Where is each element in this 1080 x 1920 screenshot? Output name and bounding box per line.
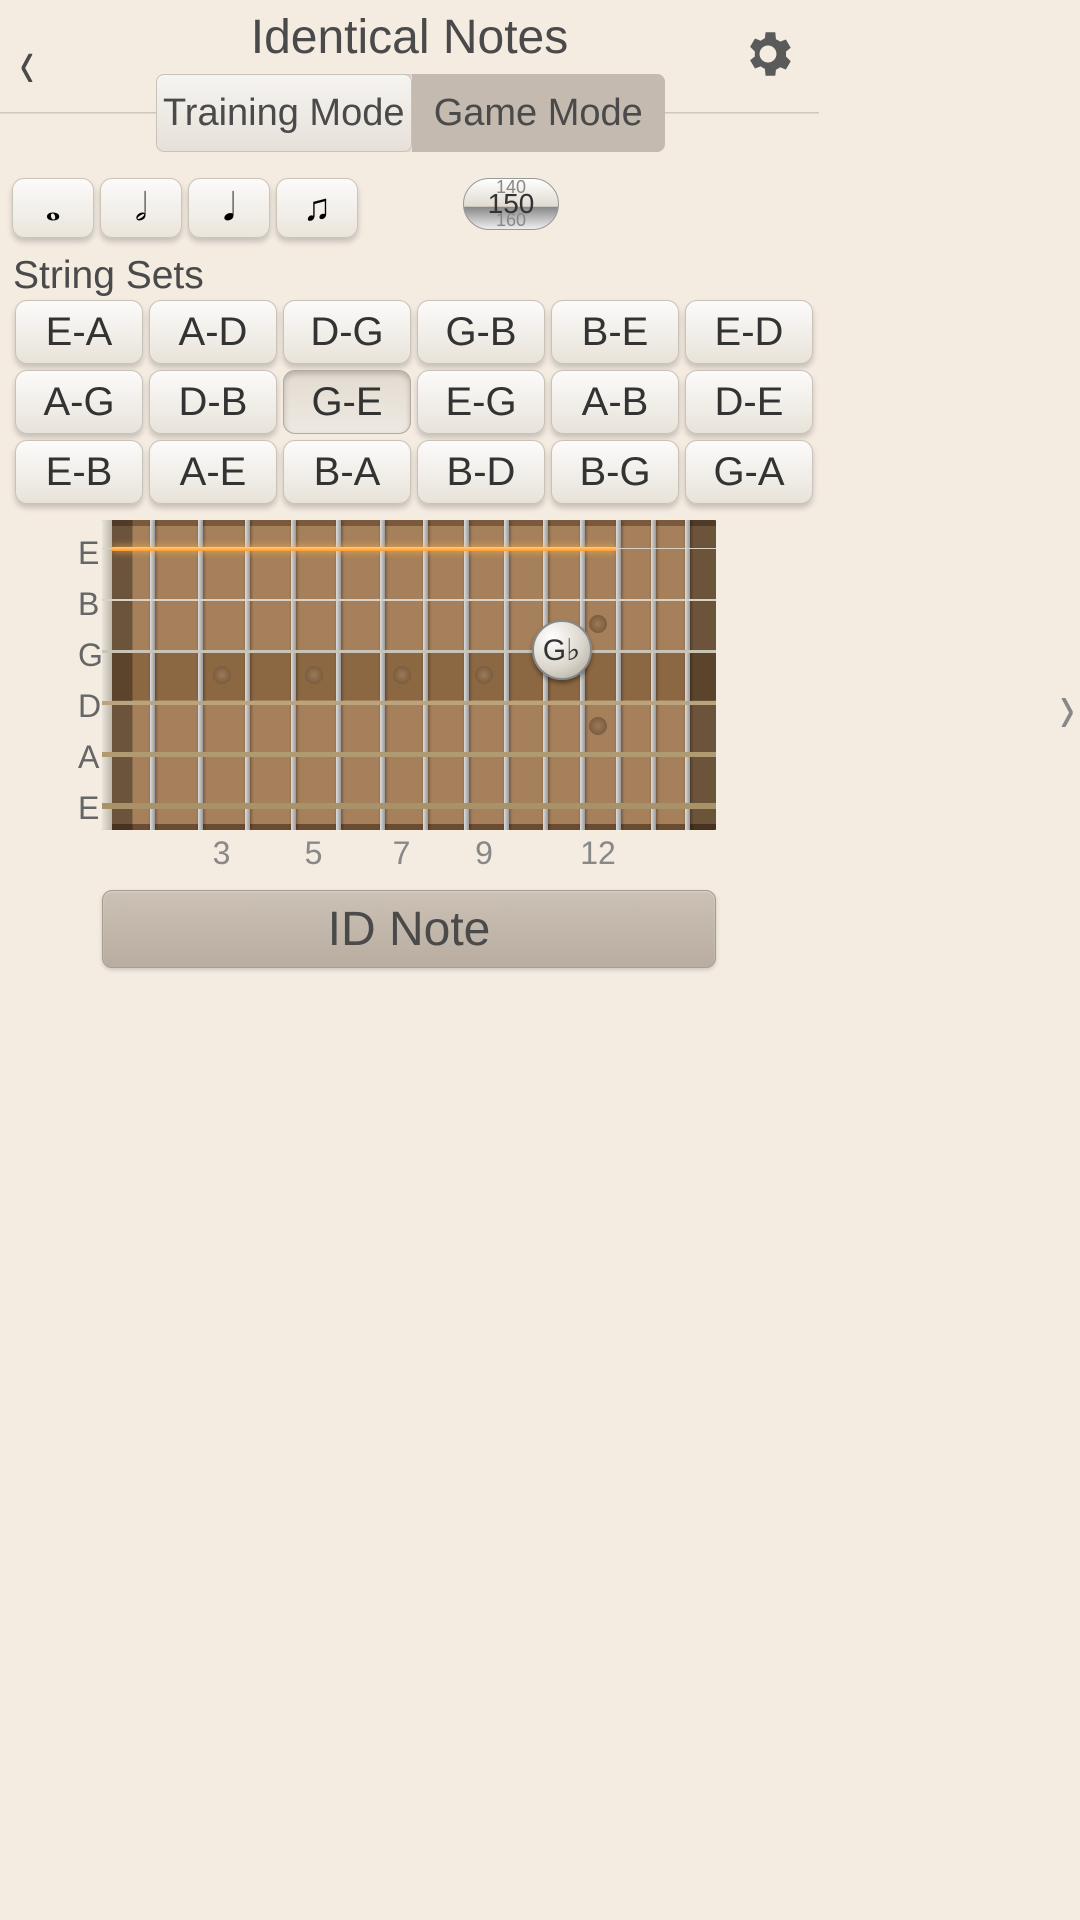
fret bbox=[504, 520, 509, 830]
string-label: B bbox=[78, 579, 103, 630]
note-value-controls: 𝅝𝅗𝅥𝅘𝅥♫ bbox=[12, 178, 358, 238]
string-label: E bbox=[78, 528, 103, 579]
string-set-a-g[interactable]: A-G bbox=[15, 370, 143, 434]
note-value-eighth-notes[interactable]: ♫ bbox=[276, 178, 358, 238]
string-set-a-b[interactable]: A-B bbox=[551, 370, 679, 434]
fretboard[interactable]: G♭ bbox=[102, 520, 716, 830]
string-set-e-d[interactable]: E-D bbox=[685, 300, 813, 364]
string-set-d-b[interactable]: D-B bbox=[149, 370, 277, 434]
mode-toggle: Training Mode Game Mode bbox=[156, 74, 665, 152]
fret bbox=[580, 520, 585, 830]
fret bbox=[291, 520, 296, 830]
tempo-picker[interactable]: 140 150 160 bbox=[463, 178, 559, 230]
fret bbox=[380, 520, 385, 830]
string bbox=[102, 803, 716, 809]
highlight-string bbox=[112, 547, 616, 551]
string-set-g-a[interactable]: G-A bbox=[685, 440, 813, 504]
string bbox=[102, 701, 716, 705]
fret bbox=[651, 520, 656, 830]
nut bbox=[102, 520, 112, 830]
string-labels: EBGDAE bbox=[78, 528, 103, 834]
string-label: G bbox=[78, 630, 103, 681]
tempo-next: 160 bbox=[496, 218, 526, 223]
string-sets-grid: E-AA-DD-GG-BB-EE-D A-GD-BG-EE-GA-BD-E E-BA… bbox=[15, 300, 813, 504]
inlay-dot bbox=[213, 666, 231, 684]
gear-icon bbox=[739, 25, 797, 83]
string-label: D bbox=[78, 681, 103, 732]
note-value-whole-note[interactable]: 𝅝 bbox=[12, 178, 94, 238]
next-button[interactable]: › bbox=[1060, 664, 1075, 749]
inlay-dot bbox=[305, 666, 323, 684]
settings-button[interactable] bbox=[739, 25, 797, 88]
fret-number: 5 bbox=[305, 835, 323, 872]
id-note-button[interactable]: ID Note bbox=[102, 890, 716, 968]
fret bbox=[245, 520, 250, 830]
game-mode-tab[interactable]: Game Mode bbox=[412, 74, 666, 152]
string-sets-label: String Sets bbox=[13, 254, 204, 298]
string-set-b-g[interactable]: B-G bbox=[551, 440, 679, 504]
string-set-a-d[interactable]: A-D bbox=[149, 300, 277, 364]
string bbox=[102, 752, 716, 757]
string bbox=[102, 599, 716, 601]
fret bbox=[616, 520, 621, 830]
fret bbox=[336, 520, 341, 830]
inlay-dot bbox=[393, 666, 411, 684]
fret bbox=[150, 520, 155, 830]
string-label: E bbox=[78, 783, 103, 834]
training-mode-tab[interactable]: Training Mode bbox=[156, 74, 412, 152]
string-set-d-e[interactable]: D-E bbox=[685, 370, 813, 434]
string-set-e-a[interactable]: E-A bbox=[15, 300, 143, 364]
string-set-e-b[interactable]: E-B bbox=[15, 440, 143, 504]
string-set-g-e[interactable]: G-E bbox=[283, 370, 411, 434]
string-label: A bbox=[78, 732, 103, 783]
note-value-quarter-note[interactable]: 𝅘𝅥 bbox=[188, 178, 270, 238]
page-title: Identical Notes bbox=[0, 10, 819, 65]
fret-number: 3 bbox=[213, 835, 231, 872]
string-set-g-b[interactable]: G-B bbox=[417, 300, 545, 364]
fret-number: 12 bbox=[580, 835, 616, 872]
inlay-dot bbox=[589, 615, 607, 633]
string bbox=[102, 650, 716, 653]
fret-number: 7 bbox=[393, 835, 411, 872]
fret bbox=[423, 520, 428, 830]
string-set-d-g[interactable]: D-G bbox=[283, 300, 411, 364]
fret-number: 9 bbox=[475, 835, 493, 872]
note-value-half-note[interactable]: 𝅗𝅥 bbox=[100, 178, 182, 238]
string-set-a-e[interactable]: A-E bbox=[149, 440, 277, 504]
string-set-e-g[interactable]: E-G bbox=[417, 370, 545, 434]
fret bbox=[198, 520, 203, 830]
string-set-b-e[interactable]: B-E bbox=[551, 300, 679, 364]
inlay-dot bbox=[589, 717, 607, 735]
string-set-b-a[interactable]: B-A bbox=[283, 440, 411, 504]
note-marker[interactable]: G♭ bbox=[532, 620, 592, 680]
string-set-b-d[interactable]: B-D bbox=[417, 440, 545, 504]
fret bbox=[685, 520, 690, 830]
inlay-dot bbox=[475, 666, 493, 684]
fret bbox=[464, 520, 469, 830]
